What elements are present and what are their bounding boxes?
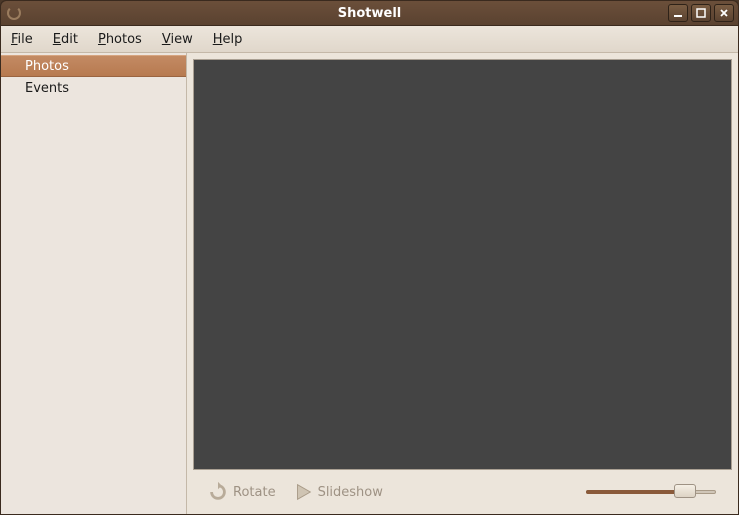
sidebar-item-label: Photos [25,59,69,74]
slider-thumb[interactable] [674,484,696,498]
menu-photos-rest: hotos [106,32,142,47]
zoom-control [586,483,724,501]
menubar: File Edit Photos View Help [1,26,738,53]
menu-file[interactable]: File [7,30,37,49]
close-icon [719,8,729,18]
app-window: Shotwell File Edit Photos View Help Phot… [0,0,739,515]
content-pane: Rotate Slideshow [187,53,738,514]
menu-edit[interactable]: Edit [49,30,82,49]
main-area: Photos Events Rotate [1,53,738,514]
menu-view-rest: iew [170,32,192,47]
minimize-icon [673,8,683,18]
slider-fill [586,490,677,494]
sidebar: Photos Events [1,53,187,514]
maximize-icon [696,8,706,18]
sidebar-item-events[interactable]: Events [1,77,186,99]
bottom-toolbar: Rotate Slideshow [193,470,732,514]
photo-canvas[interactable] [193,59,732,470]
minimize-button[interactable] [668,4,688,22]
rotate-label: Rotate [233,485,276,500]
sidebar-item-photos[interactable]: Photos [1,55,186,77]
zoom-slider[interactable] [586,483,716,501]
menu-view[interactable]: View [158,30,197,49]
menu-file-rest: ile [18,32,33,47]
play-icon [292,481,314,503]
slideshow-label: Slideshow [318,485,383,500]
menu-photos[interactable]: Photos [94,30,146,49]
menu-help[interactable]: Help [209,30,247,49]
maximize-button[interactable] [691,4,711,22]
window-controls [668,4,734,22]
menu-edit-rest: dit [61,32,78,47]
titlebar[interactable]: Shotwell [1,1,738,26]
loading-spinner-icon [7,6,21,20]
window-title: Shotwell [1,6,738,21]
close-button[interactable] [714,4,734,22]
rotate-button[interactable]: Rotate [201,477,282,507]
slideshow-button[interactable]: Slideshow [286,477,389,507]
menu-help-rest: elp [222,32,242,47]
rotate-icon [207,481,229,503]
sidebar-item-label: Events [25,81,69,96]
